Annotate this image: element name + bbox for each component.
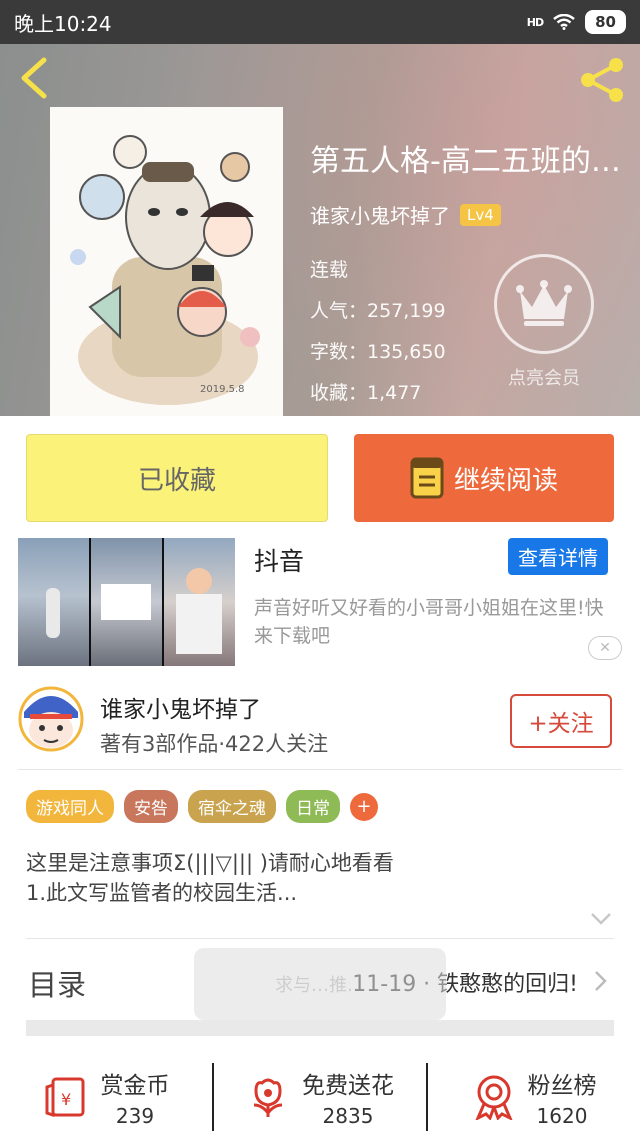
reward-coins-label: 赏金币 [100,1073,170,1099]
wifi-icon [553,14,575,30]
collected-button[interactable]: 已收藏 [26,434,328,522]
book-header: 2019.5.8 第五人格-高二五班的日常 谁家小鬼坏掉了 Lv4 连载 人气：… [0,44,640,416]
status-icons: HD 80 [527,10,626,34]
svg-text:2019.5.8: 2019.5.8 [200,384,245,395]
signal-icon: HD [526,15,544,29]
share-icon[interactable] [578,56,628,104]
toast-message: 求与…推… [194,948,446,1020]
description-line: 1.此文写监管者的校园生活... [26,881,298,905]
red-envelope-icon: ¥ [45,1077,84,1118]
chevron-right-icon [595,971,607,991]
cover-illustration: 2019.5.8 [50,107,283,416]
ad-title: 抖音 [254,547,305,576]
avatar[interactable] [18,684,84,754]
back-icon[interactable] [16,56,52,100]
award-ribbon-icon [475,1075,512,1120]
ad-description: 声音好听又好看的小哥哥小姐姐在这里!快来下载吧 [254,597,604,647]
crown-icon [494,254,594,354]
tag[interactable]: 日常 [286,790,340,823]
follow-button[interactable]: +关注 [510,694,612,748]
level-badge: Lv4 [460,203,501,226]
status-time: 晚上10:24 [14,11,112,36]
tag[interactable]: 游戏同人 [26,790,114,823]
section-strip [26,1020,614,1036]
battery-icon: 80 [585,10,626,34]
flower-icon [253,1078,283,1117]
author-stats: 著有3部作品·422人关注 [100,732,329,756]
close-icon[interactable]: ✕ [588,636,622,660]
description-line: 这里是注意事项Σ(|||▽||| )请耐心地看看 [26,851,394,875]
ad-detail-button[interactable]: 查看详情 [508,538,608,575]
author-row: 谁家小鬼坏掉了 Lv4 [310,200,630,229]
book-description[interactable]: 这里是注意事项Σ(|||▽||| )请耐心地看看 1.此文写监管者的校园生活..… [26,848,614,908]
ad-image [18,538,235,666]
add-tag-button[interactable]: + [350,792,378,821]
vip-button[interactable]: 点亮会员 [494,254,594,390]
tag[interactable]: 宿伞之魂 [188,790,276,823]
toc-label: 目录 [28,968,87,1002]
bottom-bar: ¥ 赏金币 239 免费送花 2835 粉丝榜 1620 [0,1056,640,1138]
author-card[interactable]: 谁家小鬼坏掉了 著有3部作品·422人关注 +关注 [18,684,622,770]
book-icon [410,457,444,499]
free-flower-value: 2835 [322,1104,374,1128]
tag-list: 游戏同人 安咎 宿伞之魂 日常 + [26,790,378,823]
fan-ranking-label: 粉丝榜 [527,1073,597,1099]
action-buttons: 已收藏 继续阅读 [26,434,614,522]
book-cover[interactable]: 2019.5.8 [50,107,283,416]
reward-coins-button[interactable]: ¥ 赏金币 239 [0,1065,212,1129]
svg-text:¥: ¥ [61,1090,71,1109]
divider [26,938,614,939]
fan-ranking-value: 1620 [536,1104,588,1128]
continue-reading-label: 继续阅读 [453,465,558,496]
vip-label: 点亮会员 [508,368,580,389]
reward-coins-value: 239 [115,1104,155,1128]
continue-reading-button[interactable]: 继续阅读 [354,434,614,522]
main-content: 已收藏 继续阅读 抖音 查看详情 声音好听又好看的小哥哥小姐姐在这里!快来下载吧… [0,416,640,1056]
author-name: 谁家小鬼坏掉了 [100,697,261,723]
free-flower-label: 免费送花 [302,1073,394,1099]
status-bar: 晚上10:24 HD 80 [0,0,640,44]
fan-ranking-button[interactable]: 粉丝榜 1620 [428,1065,640,1129]
ad-banner[interactable]: 抖音 查看详情 声音好听又好看的小哥哥小姐姐在这里!快来下载吧 ✕ [18,538,622,666]
tag[interactable]: 安咎 [124,790,178,823]
book-title: 第五人格-高二五班的日常 [310,144,630,179]
chevron-down-icon[interactable] [590,912,612,926]
book-author[interactable]: 谁家小鬼坏掉了 [310,200,450,229]
free-flower-button[interactable]: 免费送花 2835 [214,1065,426,1129]
